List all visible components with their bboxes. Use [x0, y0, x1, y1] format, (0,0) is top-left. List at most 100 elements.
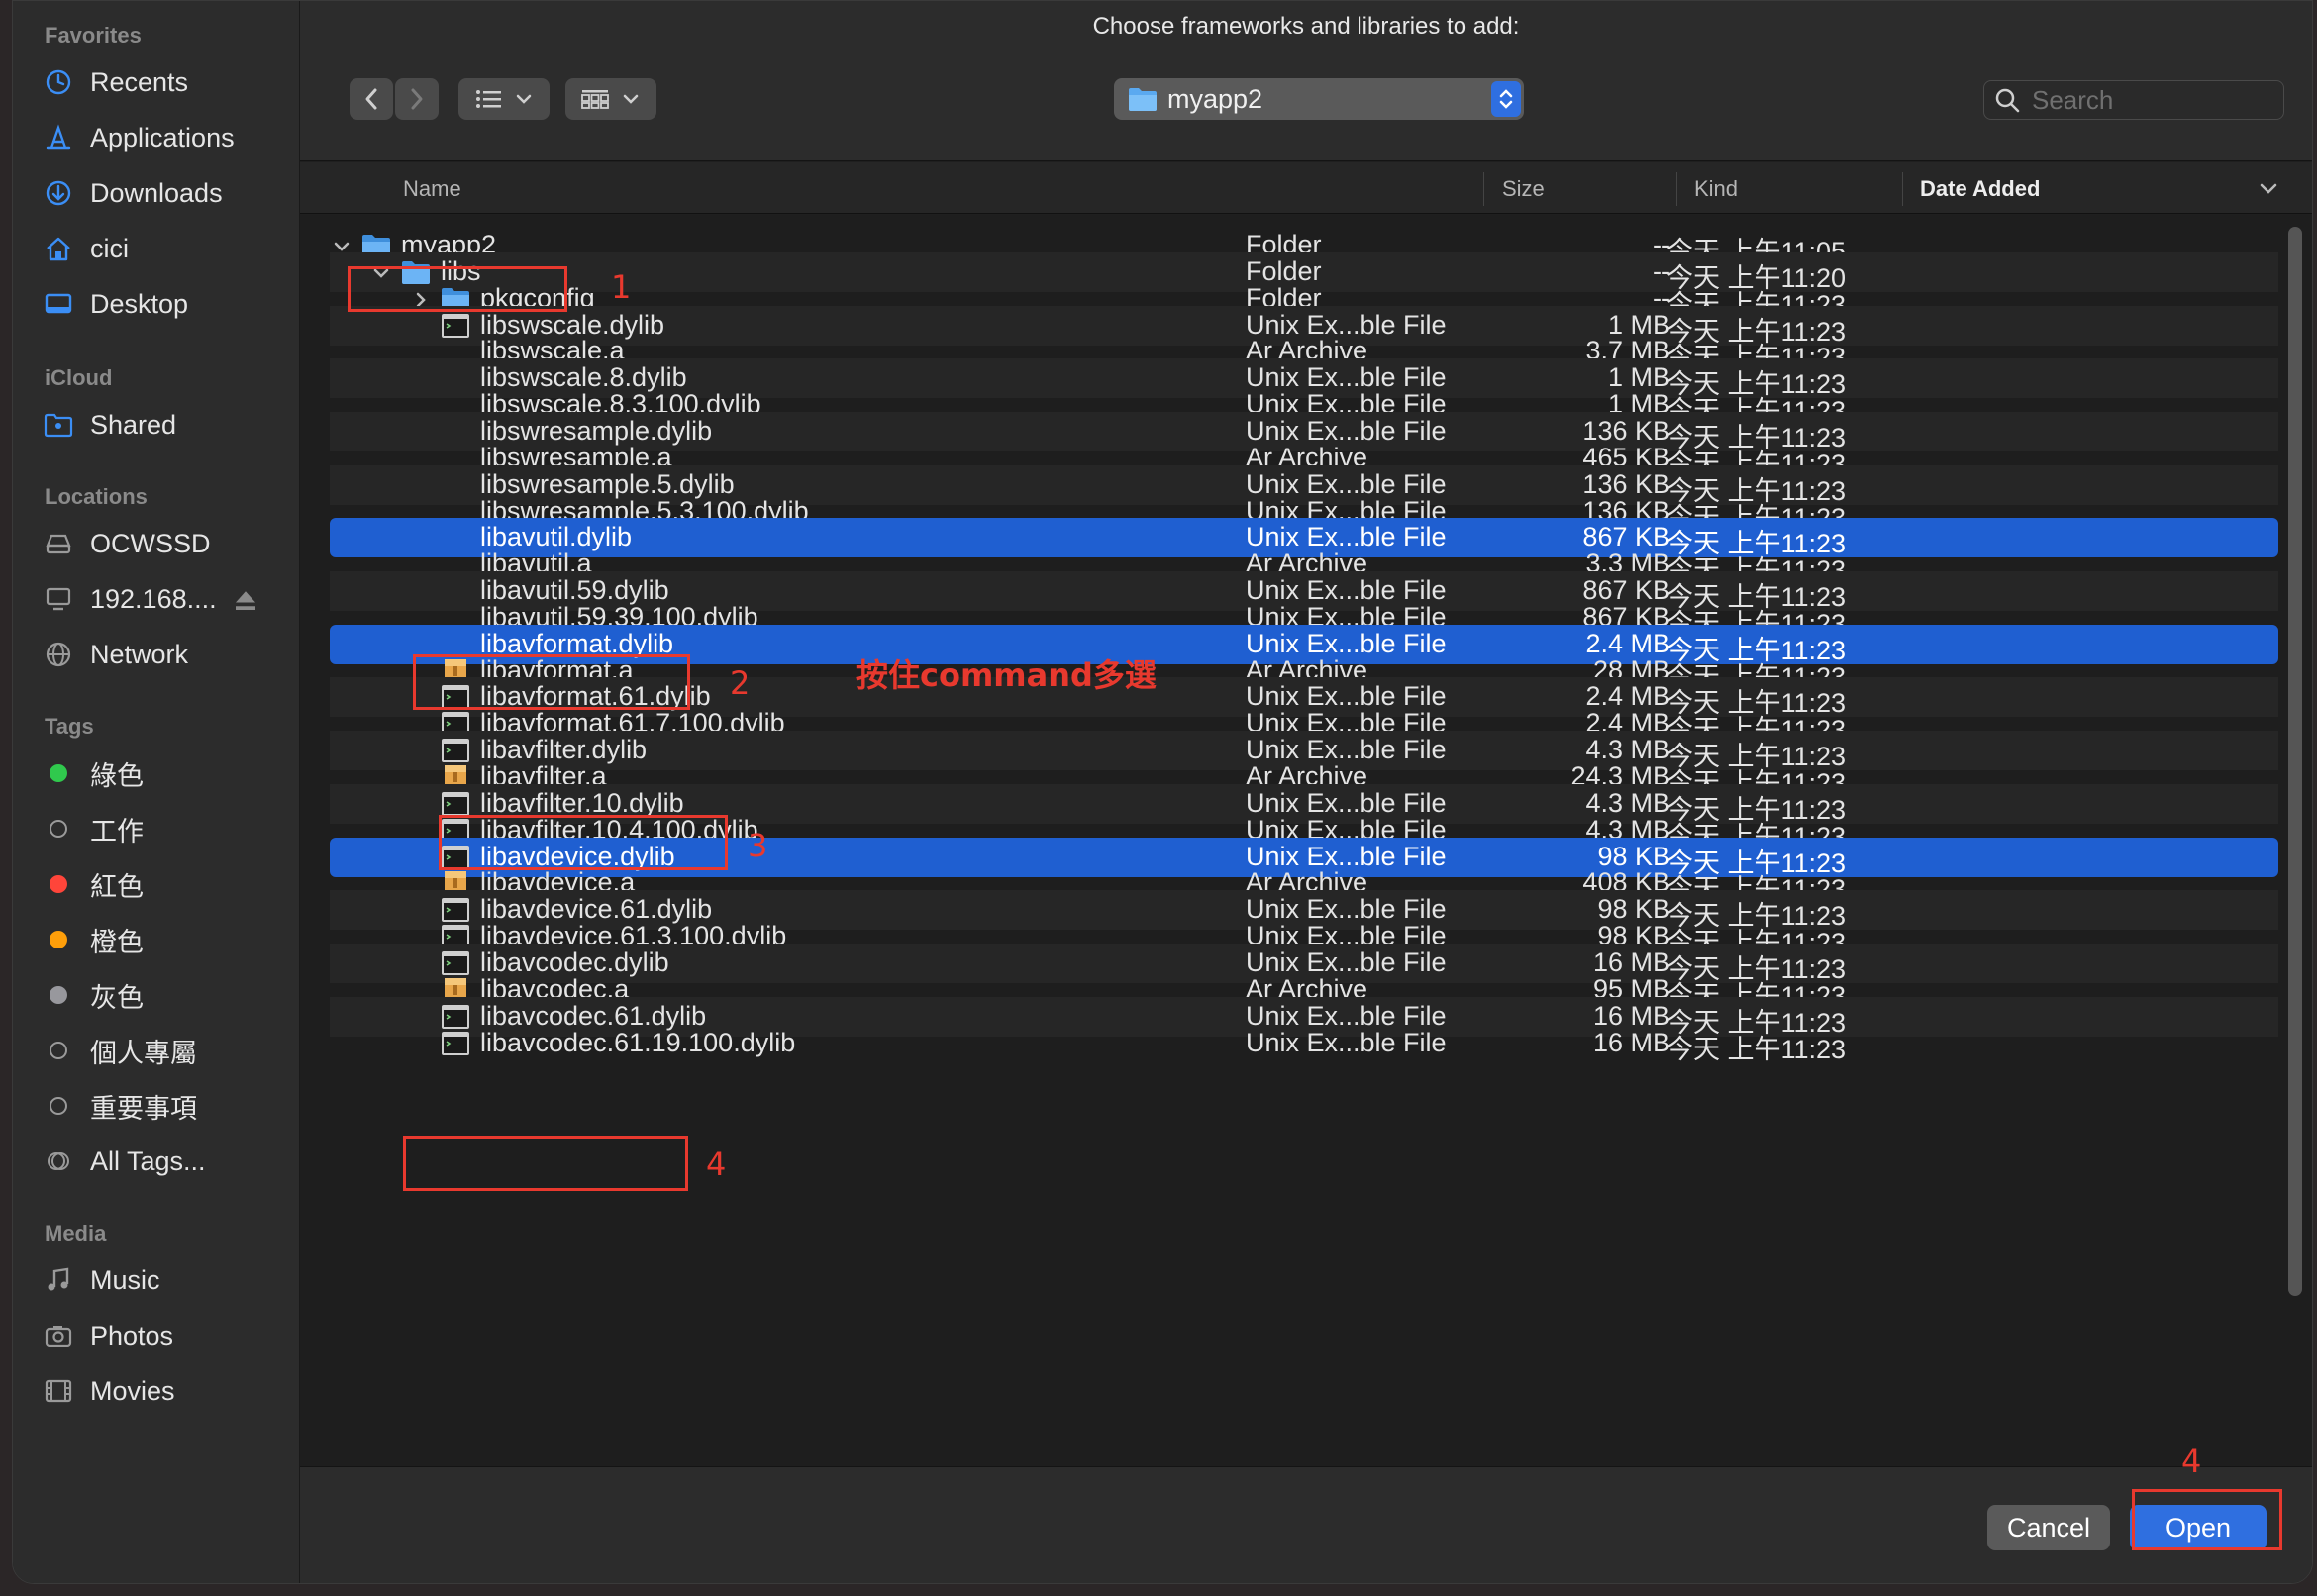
sidebar-item-desktop[interactable]: Desktop: [43, 280, 280, 328]
column-header-date-added[interactable]: Date Added: [1920, 176, 2040, 202]
sidebar-item-location-1[interactable]: 192.168....: [43, 575, 280, 623]
tag-color-dot-icon: [43, 868, 74, 900]
dialog-title: Choose frameworks and libraries to add:: [1092, 13, 1520, 40]
media-heading: Media: [45, 1221, 107, 1246]
sidebar-item-recents[interactable]: Recents: [43, 58, 280, 106]
sidebar-tag-5[interactable]: 個人專屬: [43, 1027, 280, 1074]
vertical-scrollbar[interactable]: [2288, 227, 2302, 1296]
search-field[interactable]: [1983, 80, 2284, 120]
sidebar-item-label: Desktop: [90, 288, 189, 319]
sidebar-item-label: Photos: [90, 1320, 174, 1350]
photos-icon: [43, 1320, 74, 1351]
annotation-box-open: [2132, 1489, 2282, 1550]
file-date-added: 今天 上午11:23: [1666, 1034, 1847, 1064]
computer-icon: [43, 583, 74, 615]
search-input[interactable]: [2032, 84, 2269, 116]
applications-icon: [43, 122, 74, 153]
tag-color-dot-icon: [43, 757, 74, 789]
sidebar-item-label: OCWSSD: [90, 528, 211, 558]
popup-stepper-icon: [1491, 81, 1521, 117]
cancel-button[interactable]: Cancel: [1987, 1505, 2110, 1550]
sidebar-tag-7[interactable]: All Tags...: [43, 1138, 280, 1185]
sidebar-tag-0[interactable]: 綠色: [43, 749, 280, 797]
sidebar-item-movies[interactable]: Movies: [43, 1367, 280, 1415]
sidebar-item-label: Music: [90, 1264, 160, 1295]
grid-view-icon: [581, 90, 639, 109]
sidebar-tag-label: 綠色: [90, 760, 144, 791]
location-popup-label: myapp2: [1167, 83, 1263, 114]
sidebar-item-photos[interactable]: Photos: [43, 1312, 280, 1359]
sidebar-item-label: Downloads: [90, 177, 223, 208]
locations-heading: Locations: [45, 484, 148, 509]
sidebar-tag-1[interactable]: 工作: [43, 805, 280, 852]
drive-icon: [43, 528, 74, 559]
sidebar-item-music[interactable]: Music: [43, 1256, 280, 1304]
sidebar-tag-label: 紅色: [90, 871, 144, 902]
sidebar-tag-3[interactable]: 橙色: [43, 916, 280, 963]
terminal-file-icon: [442, 1031, 469, 1055]
file-open-dialog: Favorites Recents Applications Downloads ci…: [12, 0, 2313, 1584]
sidebar-item-label: Shared: [90, 409, 177, 440]
sidebar-item-label: cici: [90, 233, 129, 263]
sidebar-item-shared[interactable]: Shared: [43, 401, 280, 449]
list-view-button[interactable]: [458, 78, 550, 120]
sidebar-item-label: Recents: [90, 66, 189, 97]
tag-color-dot-icon: [43, 924, 74, 955]
file-name: libavcodec.61.19.100.dylib: [480, 1027, 796, 1057]
file-row[interactable]: libavcodec.61.19.100.dylib 16 MB Unix Ex..…: [330, 1024, 2278, 1064]
network-icon: [43, 639, 74, 670]
sidebar-item-location-2[interactable]: Network: [43, 631, 280, 678]
desktop-icon: [43, 288, 74, 320]
sidebar-tag-label: 工作: [90, 816, 144, 847]
annotation-number-1: 1: [611, 268, 632, 306]
annotation-box-2: [413, 654, 690, 710]
sidebar-tag-label: 橙色: [90, 927, 144, 957]
annotation-box-3: [439, 815, 728, 870]
sidebar-item-label: 192.168....: [90, 583, 217, 614]
clock-icon: [43, 66, 74, 98]
forward-button[interactable]: [395, 78, 439, 120]
chevron-right-icon: [411, 88, 423, 110]
sidebar-item-label: Movies: [90, 1375, 175, 1406]
folder-icon: [1129, 88, 1157, 111]
sidebar-item-label: Applications: [90, 122, 235, 152]
sidebar-item-cici[interactable]: cici: [43, 225, 280, 272]
sidebar-item-label: Network: [90, 639, 189, 669]
annotation-number-4-open: 4: [2181, 1443, 2202, 1480]
sidebar-tag-4[interactable]: 灰色: [43, 971, 280, 1019]
sidebar-item-downloads[interactable]: Downloads: [43, 169, 280, 217]
tag-color-dot-icon: [43, 1090, 74, 1122]
eject-icon[interactable]: [231, 585, 260, 615]
tag-color-dot-icon: [43, 813, 74, 845]
back-button[interactable]: [350, 78, 393, 120]
home-icon: [43, 233, 74, 264]
column-headers: Name Size Kind Date Added: [300, 162, 2312, 214]
favorites-heading: Favorites: [45, 23, 142, 48]
icloud-heading: iCloud: [45, 365, 113, 390]
sidebar-tag-label: 重要事項: [90, 1093, 197, 1124]
location-popup[interactable]: myapp2: [1114, 78, 1524, 120]
sort-chevron-down-icon[interactable]: [2259, 182, 2278, 196]
file-kind: Unix Ex...ble File: [1246, 1027, 1447, 1057]
sidebar-tag-2[interactable]: 紅色: [43, 860, 280, 908]
column-header-size[interactable]: Size: [1502, 176, 1545, 202]
chevron-left-icon: [365, 88, 377, 110]
shared-folder-icon: [43, 409, 74, 441]
annotation-box-4: [403, 1136, 688, 1191]
sidebar-tag-label: 個人專屬: [90, 1038, 197, 1068]
column-header-kind[interactable]: Kind: [1694, 176, 1738, 202]
annotation-number-4-row: 4: [706, 1146, 727, 1183]
sidebar-item-location-0[interactable]: OCWSSD: [43, 520, 280, 567]
group-view-button[interactable]: [565, 78, 656, 120]
toolbar: Choose frameworks and libraries to add:: [300, 1, 2312, 161]
list-view-icon: [476, 90, 532, 108]
column-header-name[interactable]: Name: [403, 176, 461, 202]
tag-color-dot-icon: [43, 1035, 74, 1066]
downloads-icon: [43, 177, 74, 209]
annotation-number-3: 3: [748, 827, 768, 864]
annotation-hint-text: 按住command多選: [856, 656, 1157, 694]
sidebar: Favorites Recents Applications Downloads ci…: [13, 1, 300, 1583]
sidebar-tag-6[interactable]: 重要事項: [43, 1082, 280, 1130]
sidebar-item-applications[interactable]: Applications: [43, 114, 280, 161]
annotation-box-1: [348, 266, 567, 312]
